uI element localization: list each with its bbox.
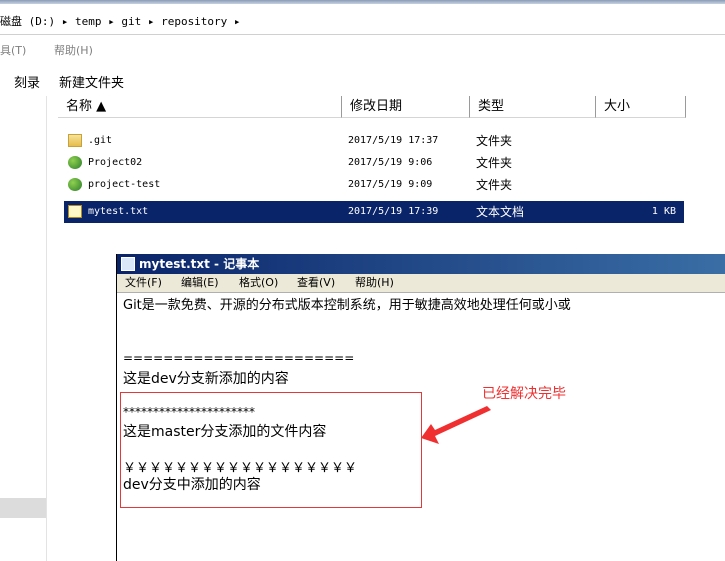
file-modified: 2017/5/19 17:39 — [348, 206, 439, 217]
text-line: 这是dev分支新添加的内容 — [123, 371, 289, 387]
file-size: 1 KB — [651, 206, 676, 217]
new-folder-button[interactable]: 新建文件夹 — [59, 72, 124, 91]
column-header-type[interactable]: 类型 — [470, 96, 596, 118]
file-name: mytest.txt — [88, 206, 149, 217]
file-type: 文件夹 — [476, 156, 513, 170]
text-file-icon — [68, 205, 82, 218]
column-header-modified[interactable]: 修改日期 — [342, 96, 470, 118]
git-folder-icon — [68, 156, 82, 169]
column-header-name[interactable]: 名称 ▲ — [58, 96, 342, 118]
address-bar[interactable]: 磁盘 (D:) ▸ temp ▸ git ▸ repository ▸ — [0, 0, 725, 35]
file-type: 文件夹 — [476, 178, 513, 192]
file-list[interactable]: 名称 ▲ 修改日期 类型 大小 .git 2017/5/19 17:37 文件夹… — [46, 96, 725, 246]
notepad-menu-format[interactable]: 格式(O) — [239, 274, 278, 292]
notepad-icon — [121, 257, 135, 271]
notepad-menu-bar: 文件(F) 编辑(E) 格式(O) 查看(V) 帮助(H) — [117, 274, 725, 293]
column-header-size[interactable]: 大小 — [596, 96, 686, 118]
file-type: 文本文档 — [476, 205, 525, 219]
file-name: Project02 — [88, 157, 143, 168]
highlight-box — [120, 392, 422, 508]
notepad-menu-file[interactable]: 文件(F) — [125, 274, 162, 292]
file-modified: 2017/5/19 9:09 — [348, 179, 433, 190]
file-row[interactable]: .git 2017/5/19 17:37 文件夹 — [64, 130, 684, 152]
notepad-menu-help[interactable]: 帮助(H) — [355, 274, 394, 292]
notepad-menu-view[interactable]: 查看(V) — [297, 274, 335, 292]
text-line: ======================= — [123, 351, 355, 365]
address-path[interactable]: 磁盘 (D:) ▸ temp ▸ git ▸ repository ▸ — [0, 13, 241, 29]
window-frame-top — [0, 0, 725, 4]
notepad-menu-edit[interactable]: 编辑(E) — [181, 274, 219, 292]
toolbar: 刻录 新建文件夹 — [0, 66, 725, 92]
file-type: 文件夹 — [476, 134, 513, 148]
file-name: .git — [88, 135, 113, 146]
annotation-label: 已经解决完毕 — [482, 386, 566, 402]
file-modified: 2017/5/19 17:37 — [348, 135, 439, 146]
navigation-pane[interactable] — [0, 96, 47, 561]
file-row-selected[interactable]: mytest.txt 2017/5/19 17:39 文本文档 1 KB — [64, 201, 684, 223]
menu-bar: 具(T) 帮助(H) — [0, 38, 725, 58]
git-folder-icon — [68, 178, 82, 191]
menu-tools[interactable]: 具(T) — [0, 42, 26, 58]
notepad-title-bar[interactable]: mytest.txt - 记事本 — [117, 254, 725, 274]
nav-pane-item[interactable] — [0, 498, 46, 518]
menu-help[interactable]: 帮助(H) — [54, 42, 93, 58]
burn-button[interactable]: 刻录 — [14, 72, 40, 91]
folder-icon — [68, 134, 82, 147]
file-row[interactable]: project-test 2017/5/19 9:09 文件夹 — [64, 174, 684, 196]
annotation-arrow-icon — [421, 406, 491, 444]
file-modified: 2017/5/19 9:06 — [348, 157, 433, 168]
file-name: project-test — [88, 179, 161, 190]
text-line: Git是一款免费、开源的分布式版本控制系统，用于敏捷高效地处理任何或小或 — [123, 298, 571, 313]
file-row[interactable]: Project02 2017/5/19 9:06 文件夹 — [64, 152, 684, 174]
notepad-title: mytest.txt - 记事本 — [139, 257, 260, 271]
